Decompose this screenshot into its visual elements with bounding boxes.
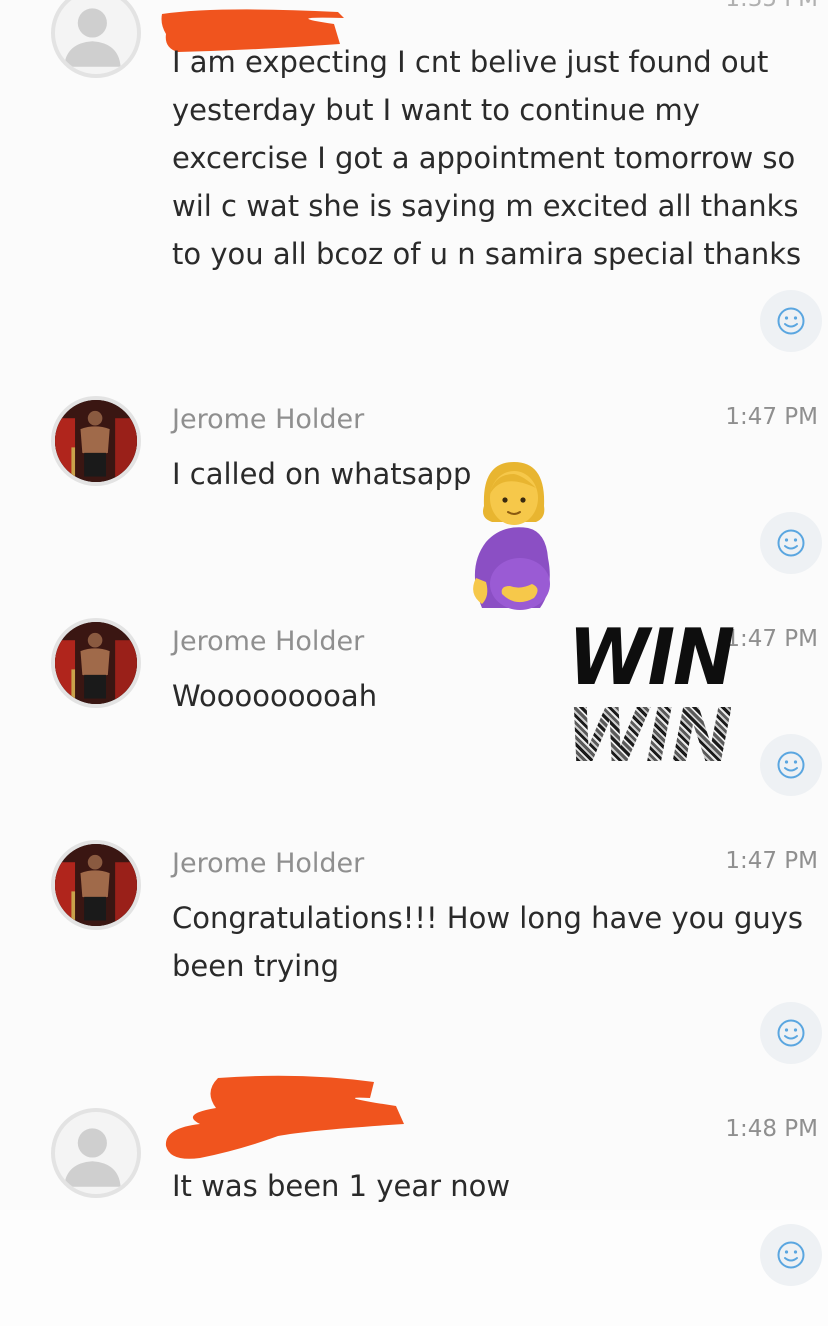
smiley-icon (777, 529, 805, 557)
profile-photo[interactable] (51, 840, 141, 930)
profile-photo[interactable] (51, 618, 141, 708)
sender-name: Jerome Holder (172, 626, 365, 657)
win-text-solid: WIN (568, 612, 735, 704)
sender-name: Jerome Holder (172, 404, 365, 435)
message-time: 1:47 PM (725, 848, 818, 874)
profile-photo[interactable] (51, 396, 141, 486)
react-button[interactable] (760, 734, 822, 796)
react-button[interactable] (760, 512, 822, 574)
man-photo-icon (55, 400, 137, 482)
smiley-icon (777, 307, 805, 335)
person-placeholder-icon (64, 1128, 121, 1187)
bottom-area (0, 1210, 828, 1326)
man-photo-icon (55, 622, 137, 704)
win-win-sticker: WIN WIN (565, 613, 735, 790)
default-avatar[interactable] (51, 0, 141, 78)
redacted-name (165, 1075, 404, 1159)
sender-name: Jerome Holder (172, 848, 365, 879)
man-photo-icon (55, 844, 137, 926)
message-time: 1:47 PM (725, 404, 818, 430)
message-text: It was been 1 year now (172, 1169, 511, 1203)
message-text: I am expecting I cnt belive just found o… (172, 45, 802, 271)
message-text: Congratulations!!! How long have you guy… (172, 901, 804, 983)
default-avatar[interactable] (51, 1108, 141, 1198)
react-button[interactable] (760, 1002, 822, 1064)
smiley-icon (777, 1019, 805, 1047)
smiley-icon (777, 751, 805, 779)
message-time: 1:48 PM (725, 1116, 818, 1142)
pregnant-woman-icon (473, 462, 550, 610)
message-time: 1:47 PM (725, 626, 818, 652)
pregnant-woman-sticker (462, 458, 562, 618)
win-text-glitter: WIN (566, 693, 733, 779)
react-button[interactable] (760, 290, 822, 352)
top-time-partial: 1:35 PM (725, 0, 818, 12)
person-placeholder-icon (64, 8, 121, 67)
smiley-icon (777, 1241, 805, 1269)
react-button[interactable] (760, 1224, 822, 1286)
